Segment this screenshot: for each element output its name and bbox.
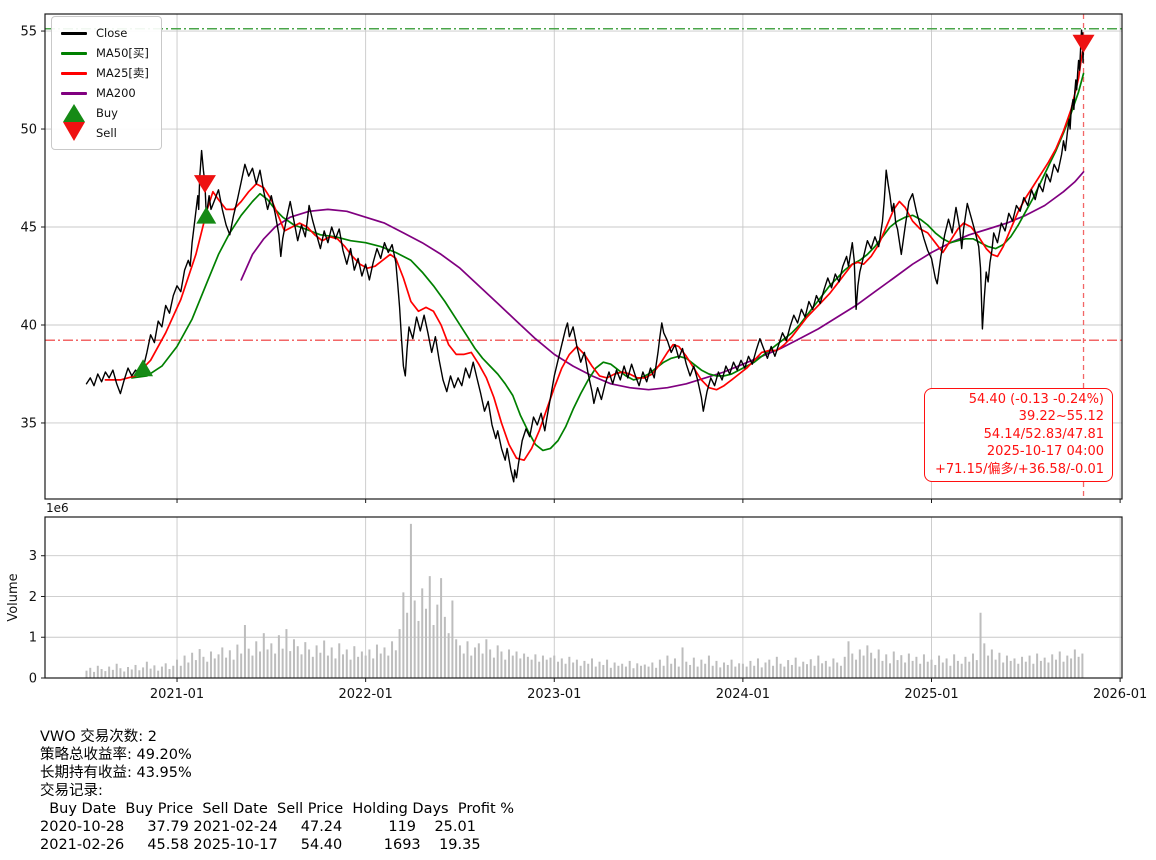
legend-label: MA25[卖] <box>96 65 149 81</box>
line-swatch-icon <box>61 72 87 75</box>
legend-item-ma50: MA50[买] <box>61 43 149 63</box>
volume-scale-label: 1e6 <box>46 501 69 515</box>
triangle-up-icon <box>61 104 87 122</box>
price-info-box: 54.40 (-0.13 -0.24%)39.22~55.1254.14/52.… <box>924 388 1113 482</box>
line-swatch-icon <box>61 92 87 95</box>
legend-item-buy: Buy <box>61 103 149 123</box>
trade-table-row: 2021-02-26 45.58 2025-10-17 54.40 1693 1… <box>40 836 514 854</box>
x-tick-label: 2025-01 <box>904 687 958 702</box>
info-line-5: +71.15/偏多/+36.58/-0.01 <box>935 461 1104 478</box>
info-line-3: 54.14/52.83/47.81 <box>935 426 1104 443</box>
legend-label: MA200 <box>96 86 136 100</box>
axes-spines <box>45 14 1122 678</box>
y-tick-label: 45 <box>20 221 37 236</box>
sell-marker <box>194 175 216 193</box>
legend-label: Sell <box>96 126 117 140</box>
x-tick-label: 2026-01 <box>1093 687 1147 702</box>
x-tick-label: 2022-01 <box>338 687 392 702</box>
info-line-1: 54.40 (-0.13 -0.24%) <box>935 391 1104 408</box>
volume-tick-label: 3 <box>29 549 37 564</box>
legend-label: MA50[买] <box>96 45 149 61</box>
volume-tick-label: 2 <box>29 590 37 605</box>
sell-marker <box>1073 35 1095 53</box>
info-line-4: 2025-10-17 04:00 <box>935 443 1104 460</box>
triangle-down-icon <box>61 126 87 141</box>
legend-label: Close <box>96 26 127 40</box>
y-tick-label: 55 <box>20 25 37 40</box>
legend-item-ma200: MA200 <box>61 83 149 103</box>
ma200-line <box>241 172 1083 390</box>
trade-log-title: 交易记录: <box>40 782 514 800</box>
stock-chart-page: 35 40 45 50 55 0 1 2 3 2021-01 2022-01 2023-01 2024-… <box>0 0 1156 860</box>
y-tick-label: 40 <box>20 318 37 333</box>
line-swatch-icon <box>61 52 87 55</box>
trade-table: Buy Date Buy Price Sell Date Sell Price … <box>40 800 514 854</box>
x-tick-label: 2024-01 <box>716 687 770 702</box>
volume-bars <box>86 524 1082 678</box>
x-tick-label: 2021-01 <box>150 687 204 702</box>
line-swatch-icon <box>61 32 87 35</box>
volume-tick-label: 0 <box>29 672 37 687</box>
summary-block: VWO 交易次数: 2 策略总收益率: 49.20% 长期持有收益: 43.95… <box>40 728 514 854</box>
hold-return-line: 长期持有收益: 43.95% <box>40 764 514 782</box>
info-line-2: 39.22~55.12 <box>935 408 1104 425</box>
trade-table-header: Buy Date Buy Price Sell Date Sell Price … <box>40 800 514 818</box>
legend: Close MA50[买] MA25[卖] MA200 Buy Sell <box>51 16 162 150</box>
legend-label: Buy <box>96 106 118 120</box>
trade-count-line: VWO 交易次数: 2 <box>40 728 514 746</box>
y-tick-label: 35 <box>20 416 37 431</box>
x-tick-label: 2023-01 <box>527 687 581 702</box>
legend-item-ma25: MA25[卖] <box>61 63 149 83</box>
trade-table-row: 2020-10-28 37.79 2021-02-24 47.24 119 25… <box>40 818 514 836</box>
y-tick-label: 50 <box>20 123 37 138</box>
volume-axis-label: Volume <box>6 573 21 621</box>
gridlines <box>45 14 1122 678</box>
legend-item-sell: Sell <box>61 123 149 143</box>
plot-canvas: 35 40 45 50 55 0 1 2 3 2021-01 2022-01 2023-01 2024-… <box>0 0 1156 710</box>
strategy-return-line: 策略总收益率: 49.20% <box>40 746 514 764</box>
volume-tick-label: 1 <box>29 631 37 646</box>
legend-item-close: Close <box>61 23 149 43</box>
